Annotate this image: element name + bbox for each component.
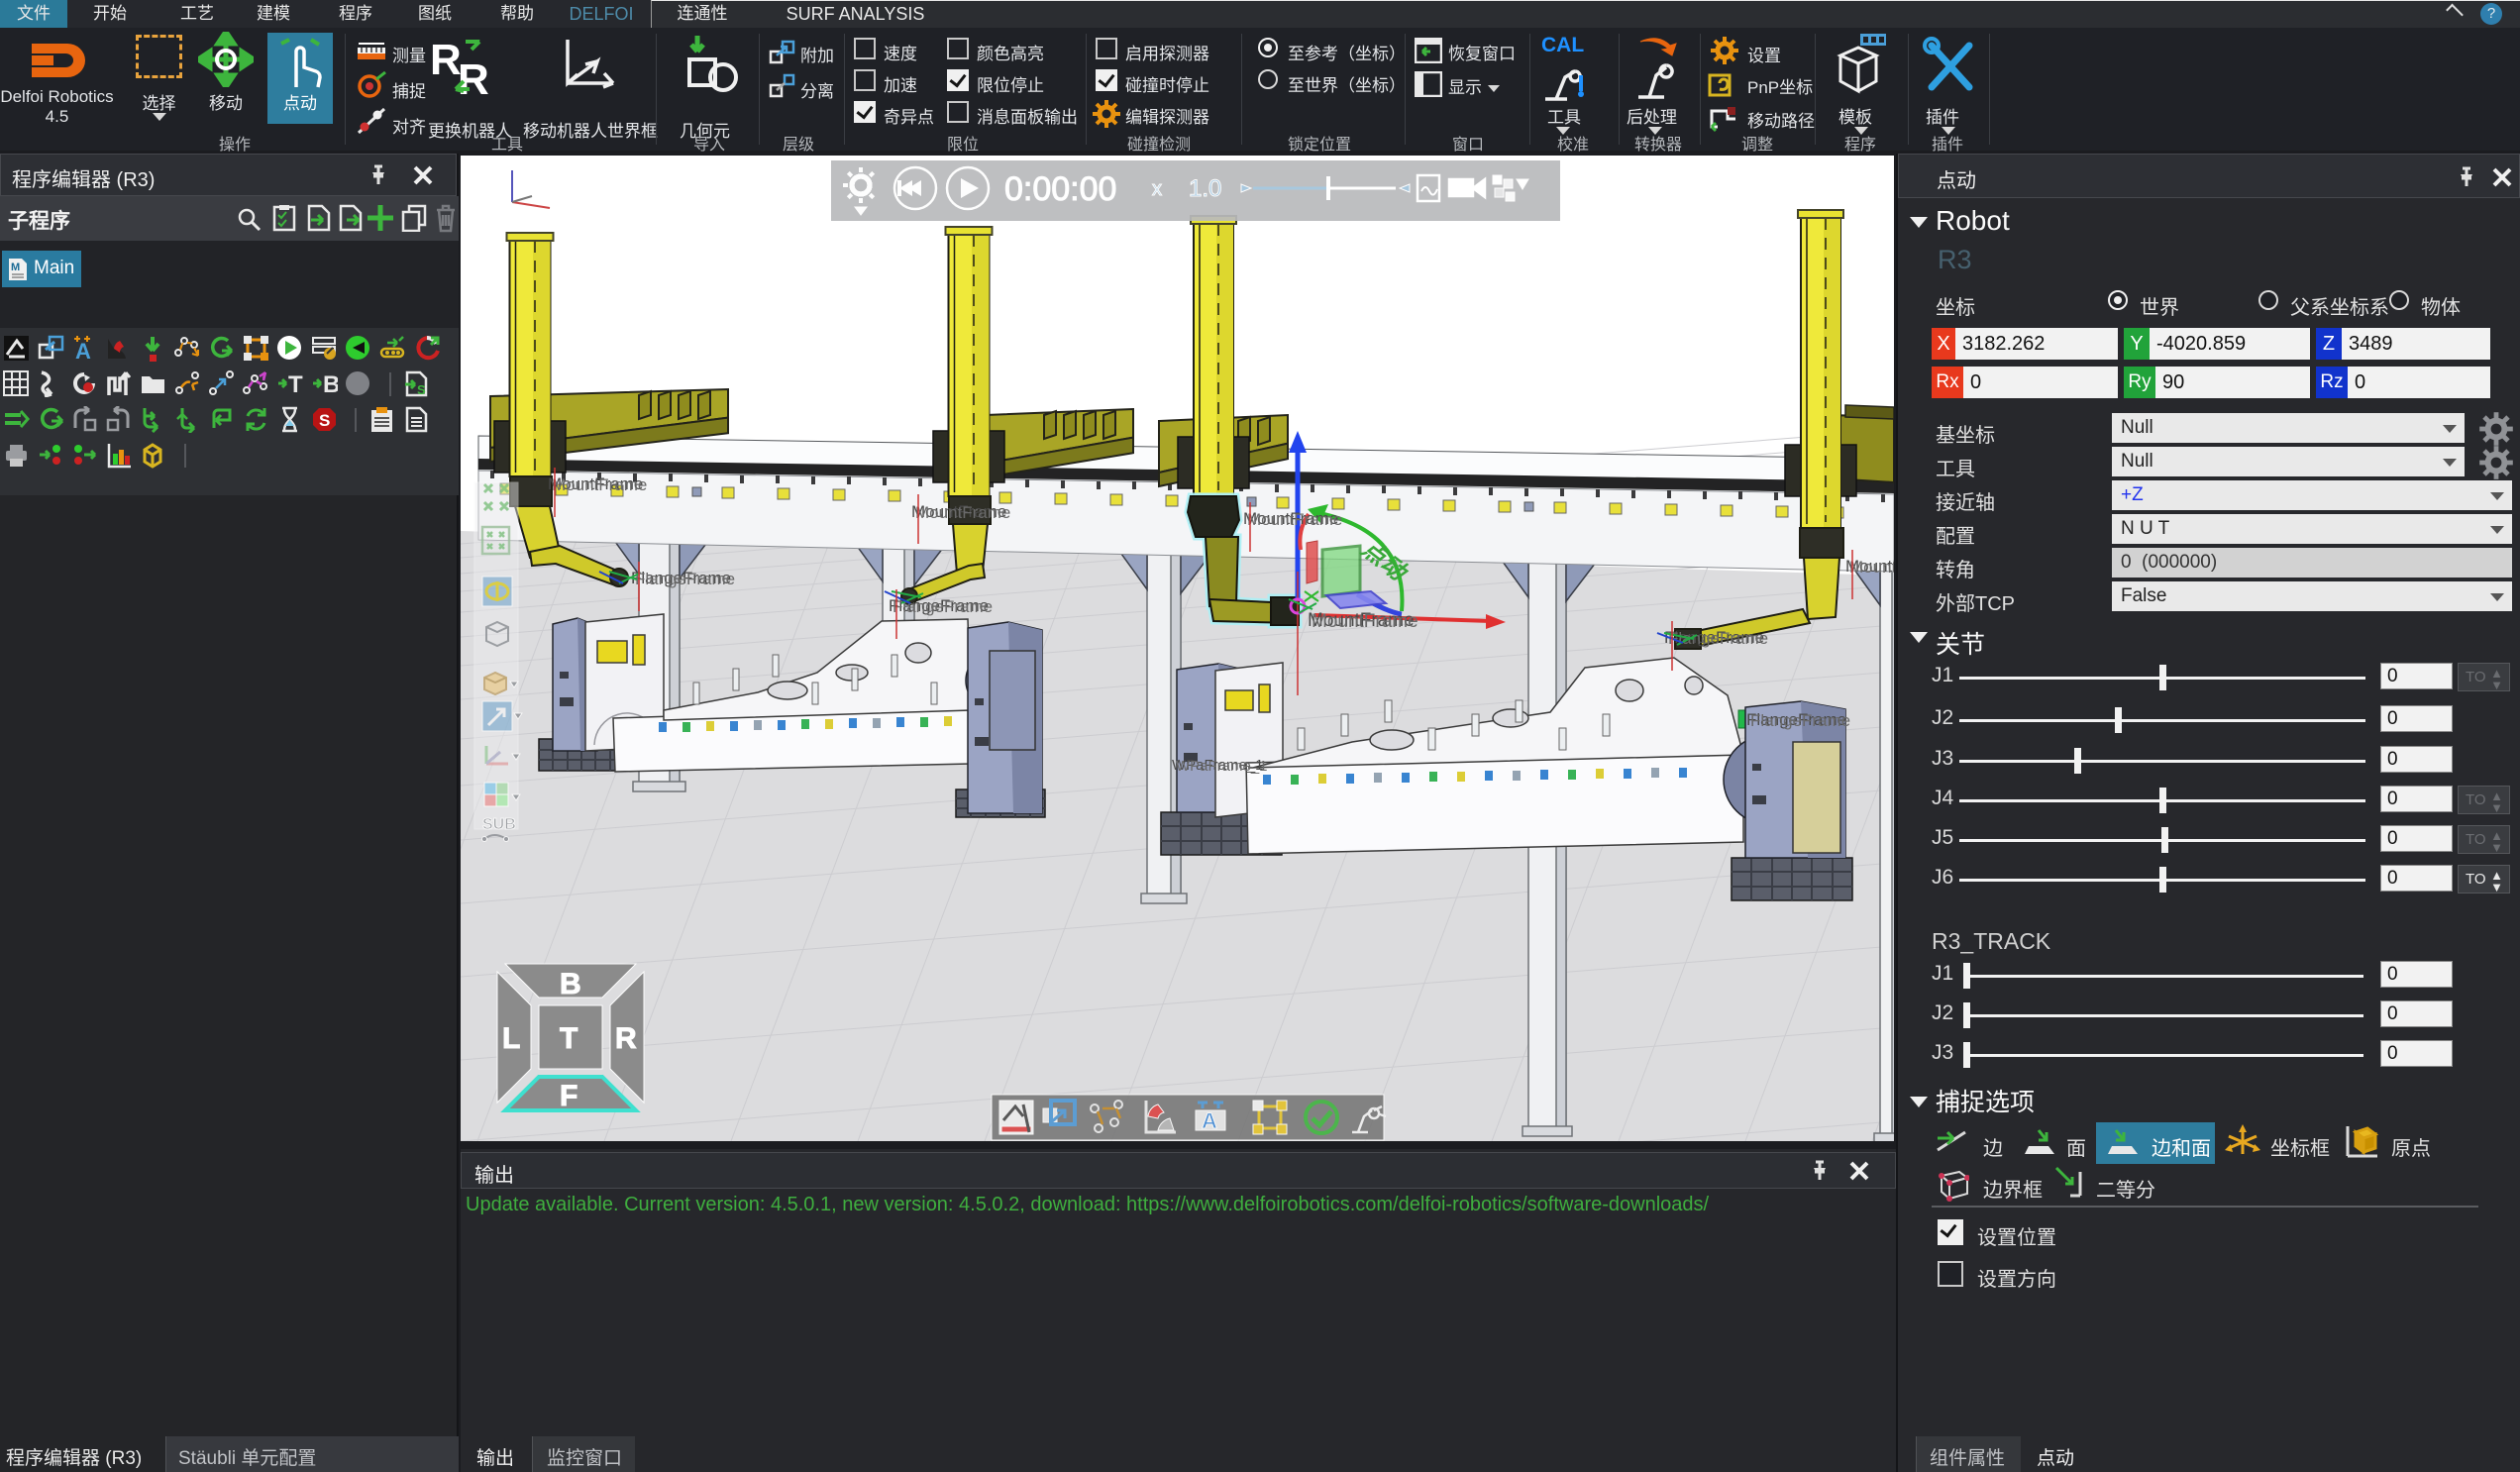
svg-text:MountFrame: MountFrame bbox=[1312, 611, 1418, 632]
svg-text:MountFrame: MountFrame bbox=[1849, 558, 1894, 577]
svg-text:MountFrame: MountFrame bbox=[552, 475, 647, 494]
svg-text:R: R bbox=[615, 1022, 637, 1055]
svg-text:1.0: 1.0 bbox=[1189, 175, 1221, 202]
svg-text:FlangeFrame: FlangeFrame bbox=[1668, 629, 1768, 648]
svg-text:L: L bbox=[502, 1022, 520, 1055]
svg-text:B: B bbox=[560, 968, 581, 1000]
svg-text:S: S bbox=[319, 411, 330, 430]
svg-text:B: B bbox=[323, 371, 338, 397]
svg-text:FlangeFrame: FlangeFrame bbox=[1750, 711, 1850, 730]
svg-text:M: M bbox=[11, 262, 20, 273]
svg-text:T: T bbox=[560, 1022, 578, 1055]
svg-text:MountFrame: MountFrame bbox=[915, 503, 1010, 522]
svg-text:FlangeFrame: FlangeFrame bbox=[635, 570, 735, 588]
svg-text:WPaFrame_1: WPaFrame_1 bbox=[1176, 758, 1268, 775]
svg-text:MountFrame: MountFrame bbox=[1247, 510, 1342, 529]
svg-text:0:00:00: 0:00:00 bbox=[1004, 170, 1116, 208]
svg-text:SUB: SUB bbox=[482, 816, 516, 833]
svg-text:A: A bbox=[75, 339, 91, 362]
svg-text:F: F bbox=[560, 1080, 578, 1112]
svg-text:T: T bbox=[288, 371, 303, 397]
svg-text:S: S bbox=[417, 382, 426, 397]
svg-text:x: x bbox=[1152, 178, 1162, 200]
svg-text:A: A bbox=[1202, 1108, 1217, 1133]
